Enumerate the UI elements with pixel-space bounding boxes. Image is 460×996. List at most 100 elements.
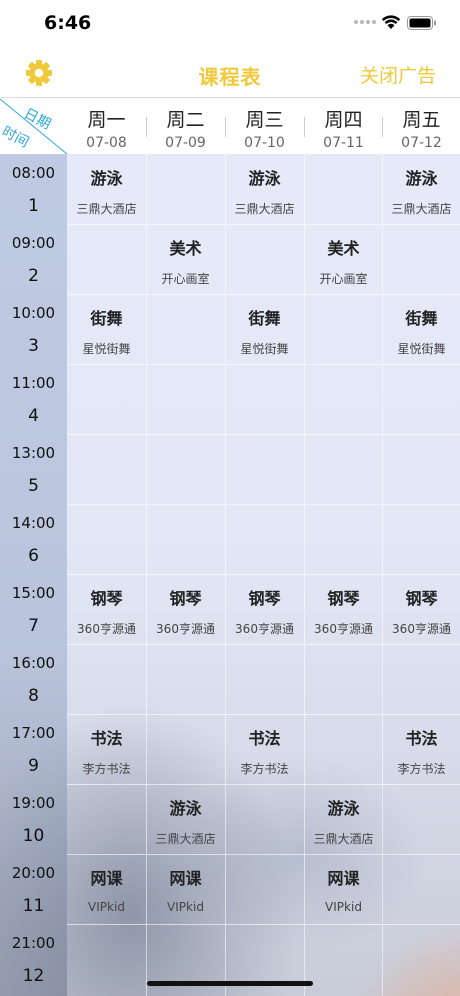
home-indicator[interactable]: [147, 981, 313, 986]
time-slot: 17:00 9: [0, 714, 67, 784]
course-location: VIPkid: [325, 900, 362, 914]
course-name: 街舞: [405, 309, 438, 328]
time-slot: 15:00 7: [0, 574, 67, 644]
slot-number: 2: [28, 266, 39, 286]
time-slot: 14:00 6: [0, 504, 67, 574]
course-cell[interactable]: 钢琴 360亨源通: [67, 574, 146, 644]
course-location: 360亨源通: [77, 622, 136, 636]
row-divider: [67, 364, 460, 365]
course-name: 游泳: [169, 799, 202, 818]
course-cell[interactable]: 游泳 三鼎大酒店: [67, 154, 146, 224]
course-location: 360亨源通: [314, 622, 373, 636]
time-slot: 11:00 4: [0, 364, 67, 434]
course-name: 游泳: [405, 169, 438, 188]
time-slot: 19:00 10: [0, 784, 67, 854]
course-cell[interactable]: 钢琴 360亨源通: [382, 574, 460, 644]
course-name: 网课: [327, 869, 360, 888]
day-date: 07-08: [86, 135, 127, 151]
close-ad-button[interactable]: 关闭广告: [360, 61, 436, 88]
course-cell[interactable]: 书法 李方书法: [67, 714, 146, 784]
course-cell[interactable]: 游泳 三鼎大酒店: [304, 784, 383, 854]
slot-number: 12: [22, 966, 45, 986]
week-header: 日期 时间 周一 07-08 周二 07-09 周三 07-10 周四 07-1…: [0, 99, 460, 154]
day-date: 07-12: [401, 135, 442, 151]
time-slot: 21:00 12: [0, 924, 67, 994]
course-name: 街舞: [248, 309, 281, 328]
header-divider: [382, 117, 383, 137]
course-name: 钢琴: [169, 589, 202, 608]
course-cell[interactable]: 网课 VIPkid: [304, 854, 383, 924]
course-cell[interactable]: 游泳 三鼎大酒店: [225, 154, 304, 224]
course-cell[interactable]: 网课 VIPkid: [146, 854, 225, 924]
time-slot: 20:00 11: [0, 854, 67, 924]
course-name: 钢琴: [405, 589, 438, 608]
course-cell[interactable]: 钢琴 360亨源通: [146, 574, 225, 644]
course-cell[interactable]: 街舞 星悦街舞: [382, 294, 460, 364]
course-name: 游泳: [248, 169, 281, 188]
course-location: 星悦街舞: [397, 342, 446, 356]
slot-number: 8: [28, 686, 39, 706]
cellular-signal-icon: [354, 20, 376, 24]
day-header-wed: 周三 07-10: [225, 99, 304, 154]
header-divider: [225, 117, 226, 137]
course-location: 开心画室: [161, 272, 210, 286]
slot-time: 11:00: [11, 374, 56, 392]
day-date: 07-11: [323, 135, 364, 151]
slot-time: 09:00: [11, 234, 56, 252]
row-divider: [67, 434, 460, 435]
course-name: 美术: [169, 239, 202, 258]
course-name: 书法: [90, 729, 123, 748]
row-divider: [67, 224, 460, 225]
course-name: 书法: [405, 729, 438, 748]
slot-time: 08:00: [11, 164, 56, 182]
course-cell[interactable]: 美术 开心画室: [146, 224, 225, 294]
course-cell[interactable]: 书法 李方书法: [225, 714, 304, 784]
day-header-fri: 周五 07-12: [382, 99, 460, 154]
course-name: 钢琴: [248, 589, 281, 608]
course-location: 360亨源通: [392, 622, 451, 636]
slot-number: 11: [22, 896, 45, 916]
course-cell[interactable]: 游泳 三鼎大酒店: [146, 784, 225, 854]
course-location: 360亨源通: [235, 622, 294, 636]
slot-time: 15:00: [11, 584, 56, 602]
timetable-grid[interactable]: 08:00 1 09:00 2 10:00 3 11:00 4 13:00 5 14:00 6 15:0…: [0, 154, 460, 996]
time-slot: 08:00 1: [0, 154, 67, 224]
course-cell[interactable]: 书法 李方书法: [382, 714, 460, 784]
course-cell[interactable]: 街舞 星悦街舞: [225, 294, 304, 364]
day-header-tue: 周二 07-09: [146, 99, 225, 154]
course-location: 三鼎大酒店: [391, 202, 452, 216]
course-location: 开心画室: [319, 272, 368, 286]
status-bar: 6:46: [0, 0, 460, 50]
course-name: 街舞: [90, 309, 123, 328]
slot-time: 13:00: [11, 444, 56, 462]
course-cell[interactable]: 网课 VIPkid: [67, 854, 146, 924]
course-location: 李方书法: [397, 762, 446, 776]
course-location: 三鼎大酒店: [234, 202, 295, 216]
day-header-thu: 周四 07-11: [304, 99, 383, 154]
day-date: 07-09: [165, 135, 206, 151]
header-divider: [304, 117, 305, 137]
day-date: 07-10: [244, 135, 285, 151]
day-header-mon: 周一 07-08: [67, 99, 146, 154]
slot-time: 16:00: [11, 654, 56, 672]
course-name: 网课: [90, 869, 123, 888]
course-location: 三鼎大酒店: [155, 832, 216, 846]
course-name: 美术: [327, 239, 360, 258]
course-name: 游泳: [327, 799, 360, 818]
course-cell[interactable]: 钢琴 360亨源通: [225, 574, 304, 644]
course-cell[interactable]: 游泳 三鼎大酒店: [382, 154, 460, 224]
course-name: 书法: [248, 729, 281, 748]
slot-time: 21:00: [11, 934, 56, 952]
course-location: 李方书法: [240, 762, 289, 776]
slot-number: 5: [28, 476, 39, 496]
course-location: 李方书法: [82, 762, 131, 776]
slot-time: 14:00: [11, 514, 56, 532]
course-location: 三鼎大酒店: [313, 832, 374, 846]
header-divider: [146, 117, 147, 137]
course-cell[interactable]: 美术 开心画室: [304, 224, 383, 294]
slot-time: 20:00: [11, 864, 56, 882]
course-cell[interactable]: 钢琴 360亨源通: [304, 574, 383, 644]
course-location: VIPkid: [167, 900, 204, 914]
course-cell[interactable]: 街舞 星悦街舞: [67, 294, 146, 364]
course-name: 游泳: [90, 169, 123, 188]
